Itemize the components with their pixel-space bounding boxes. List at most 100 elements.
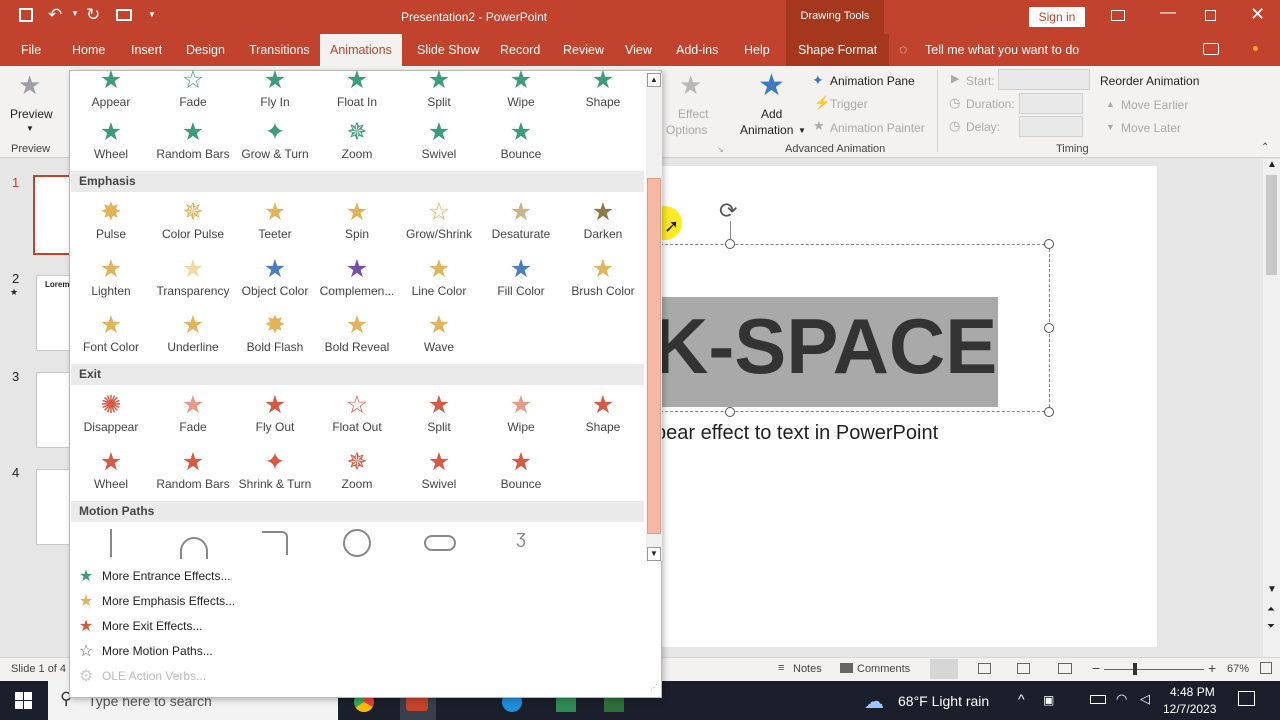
customize-qat-icon[interactable]: ▼ bbox=[148, 10, 156, 19]
tray-app-icon[interactable]: ▣ bbox=[1043, 693, 1054, 707]
gallery-scroll-down-icon[interactable]: ▼ bbox=[647, 547, 661, 561]
effect-line-color[interactable]: ★ Line Color bbox=[398, 256, 480, 298]
effect-split[interactable]: ★ Split bbox=[398, 67, 480, 109]
effect-options-button[interactable]: Effect bbox=[678, 107, 708, 121]
zoom-out-icon[interactable]: − bbox=[1092, 660, 1100, 676]
effect-wheel-out[interactable]: ★ Wheel bbox=[70, 449, 152, 491]
gallery-scroll-thumb[interactable] bbox=[647, 178, 661, 534]
motion-custom-icon[interactable]: ʒ bbox=[516, 527, 526, 548]
effect-shrink-turn[interactable]: ✦ Shrink & Turn bbox=[234, 449, 316, 491]
effect-color-pulse[interactable]: ✵ Color Pulse bbox=[152, 199, 234, 241]
effect-grow-shrink[interactable]: ☆ Grow/Shrink bbox=[398, 199, 480, 241]
effect-font-color[interactable]: ★ Font Color bbox=[70, 312, 152, 354]
motion-turns-icon[interactable] bbox=[262, 531, 288, 555]
slideshow-view-icon[interactable] bbox=[1058, 663, 1072, 674]
motion-shapes-icon[interactable] bbox=[343, 529, 371, 557]
duration-spinner[interactable] bbox=[1019, 93, 1083, 114]
start-select[interactable] bbox=[998, 69, 1090, 90]
next-slide-icon[interactable]: ⏷ bbox=[1267, 621, 1275, 632]
undo-icon[interactable]: ↶ bbox=[48, 5, 62, 25]
slide-sorter-icon[interactable] bbox=[978, 663, 991, 674]
resize-grip-icon[interactable]: ⋰ bbox=[650, 683, 658, 692]
zoom-slider-thumb[interactable] bbox=[1133, 663, 1137, 675]
zoom-slider[interactable] bbox=[1104, 669, 1204, 670]
effect-teeter[interactable]: ★ Teeter bbox=[234, 199, 316, 241]
preview-dropdown-icon[interactable]: ▼ bbox=[26, 124, 34, 133]
effect-random-bars[interactable]: ★ Random Bars bbox=[152, 119, 234, 161]
tab-home[interactable]: Home bbox=[72, 34, 105, 66]
reading-view-icon[interactable] bbox=[1017, 663, 1030, 674]
effect-fly-out[interactable]: ★ Fly Out bbox=[234, 392, 316, 434]
comment-icon[interactable] bbox=[1203, 43, 1219, 55]
share-dot-icon[interactable] bbox=[1253, 46, 1258, 51]
resize-handle[interactable] bbox=[1044, 239, 1054, 249]
effect-appear[interactable]: ★ Appear bbox=[70, 67, 152, 109]
effect-pulse[interactable]: ✸ Pulse bbox=[70, 199, 152, 241]
effect-split-out[interactable]: ★ Split bbox=[398, 392, 480, 434]
scroll-thumb[interactable] bbox=[1266, 175, 1277, 275]
volume-icon[interactable]: ◁ bbox=[1140, 691, 1150, 707]
wifi-icon[interactable]: ◠ bbox=[1116, 691, 1127, 707]
dialog-launcher-icon[interactable]: ↘ bbox=[717, 145, 724, 154]
zoom-in-icon[interactable]: + bbox=[1208, 660, 1216, 676]
motion-lines-icon[interactable] bbox=[110, 529, 112, 557]
vertical-scrollbar[interactable]: ▲ ▼ ⏶ ⏷ bbox=[1263, 159, 1280, 657]
effect-shape[interactable]: ★ Shape bbox=[562, 67, 644, 109]
scroll-up-icon[interactable]: ▲ bbox=[1267, 159, 1277, 170]
preview-button[interactable]: Preview bbox=[10, 107, 53, 121]
effect-lighten[interactable]: ★ Lighten bbox=[70, 256, 152, 298]
more-exit-effects[interactable]: ★ More Exit Effects... bbox=[70, 614, 661, 639]
motion-loops-icon[interactable] bbox=[424, 535, 456, 551]
sign-in-button[interactable]: Sign in bbox=[1029, 7, 1085, 27]
close-icon[interactable]: ✕ bbox=[1250, 4, 1265, 25]
effect-bold-reveal[interactable]: ★ Bold Reveal bbox=[316, 312, 398, 354]
clock-date[interactable]: 12/7/2023 bbox=[1163, 702, 1216, 716]
effect-bounce[interactable]: ★ Bounce bbox=[480, 119, 562, 161]
effect-wave[interactable]: ★ Wave bbox=[398, 312, 480, 354]
tab-help[interactable]: Help bbox=[744, 34, 770, 66]
effect-shape-out[interactable]: ★ Shape bbox=[562, 392, 644, 434]
tab-review[interactable]: Review bbox=[563, 34, 604, 66]
resize-handle[interactable] bbox=[725, 239, 735, 249]
resize-handle[interactable] bbox=[725, 407, 735, 417]
effect-zoom-out[interactable]: ✵ Zoom bbox=[316, 449, 398, 491]
save-icon[interactable] bbox=[19, 8, 33, 22]
effect-grow-turn[interactable]: ✦ Grow & Turn bbox=[234, 119, 316, 161]
normal-view-icon[interactable] bbox=[930, 659, 958, 679]
notes-button[interactable]: Notes bbox=[793, 663, 822, 675]
tab-file[interactable]: File bbox=[21, 34, 41, 66]
effect-fade[interactable]: ☆ Fade bbox=[152, 67, 234, 109]
effect-zoom[interactable]: ✵ Zoom bbox=[316, 119, 398, 161]
effect-bold-flash[interactable]: ✸ Bold Flash bbox=[234, 312, 316, 354]
effect-desaturate[interactable]: ★ Desaturate bbox=[480, 199, 562, 241]
undo-dropdown-icon[interactable]: ▼ bbox=[71, 9, 79, 18]
slide-thumbnail-4[interactable] bbox=[36, 469, 70, 545]
tab-transitions[interactable]: Transitions bbox=[249, 34, 310, 66]
more-entrance-effects[interactable]: ★ More Entrance Effects... bbox=[70, 564, 661, 589]
effect-transparency[interactable]: ★ Transparency bbox=[152, 256, 234, 298]
gallery-scroll-up-icon[interactable]: ▲ bbox=[647, 73, 661, 87]
tab-insert[interactable]: Insert bbox=[131, 34, 162, 66]
slide-thumbnail-3[interactable] bbox=[36, 372, 70, 448]
tray-chevron-icon[interactable]: ^ bbox=[1018, 691, 1025, 707]
effect-fill-color[interactable]: ★ Fill Color bbox=[480, 256, 562, 298]
tab-add-ins[interactable]: Add-ins bbox=[676, 34, 718, 66]
notification-icon[interactable] bbox=[1238, 691, 1255, 706]
tab-design[interactable]: Design bbox=[186, 34, 225, 66]
delay-spinner[interactable] bbox=[1019, 116, 1083, 137]
more-motion-paths[interactable]: ☆ More Motion Paths... bbox=[70, 639, 661, 664]
effect-disappear[interactable]: ✺ Disappear bbox=[70, 392, 152, 434]
battery-icon[interactable] bbox=[1090, 695, 1106, 704]
gallery-scrollbar[interactable]: ▲ ▼ bbox=[646, 73, 662, 561]
resize-handle[interactable] bbox=[1044, 407, 1054, 417]
slide-thumbnail-2[interactable]: Lorem bbox=[36, 275, 70, 351]
windows-start-icon[interactable] bbox=[15, 692, 32, 709]
rotate-handle-icon[interactable]: ⟳ bbox=[719, 198, 737, 224]
effect-wipe-out[interactable]: ★ Wipe bbox=[480, 392, 562, 434]
trigger-button[interactable]: Trigger bbox=[830, 97, 868, 111]
add-animation-button[interactable]: Add bbox=[761, 107, 782, 121]
effect-swivel[interactable]: ★ Swivel bbox=[398, 119, 480, 161]
tab-shape-format[interactable]: Shape Format bbox=[786, 34, 890, 66]
effect-wipe[interactable]: ★ Wipe bbox=[480, 67, 562, 109]
effect-brush-color[interactable]: ★ Brush Color bbox=[562, 256, 644, 298]
